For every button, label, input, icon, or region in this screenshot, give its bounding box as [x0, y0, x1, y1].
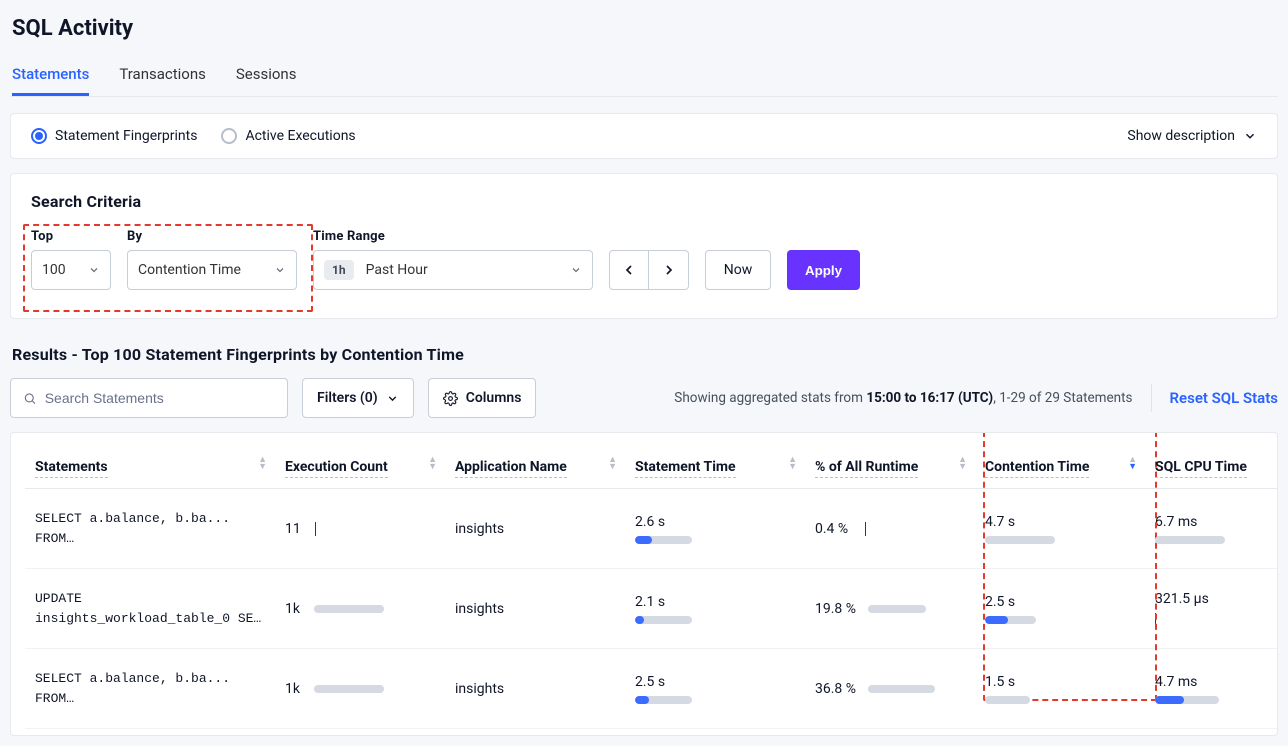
by-select[interactable]: Contention Time — [127, 250, 297, 290]
chevron-down-icon — [274, 264, 286, 276]
top-select[interactable]: 100 — [31, 250, 111, 290]
show-description-label: Show description — [1127, 128, 1235, 144]
gear-icon — [443, 391, 458, 406]
view-mode-radio-group: Statement Fingerprints Active Executions — [31, 128, 356, 144]
tab-sessions[interactable]: Sessions — [236, 59, 297, 96]
stmt-time: 2.1 s — [635, 594, 795, 610]
table-row[interactable]: SELECT a.balance, b.ba...FROM… 11 insigh… — [25, 489, 1278, 569]
search-input-wrapper — [10, 378, 288, 418]
col-contention[interactable]: Contention Time ▲▼ — [975, 451, 1145, 489]
results-table-card: Statements ▲▼ Execution Count ▲▼ Applica… — [10, 432, 1278, 736]
contention-time: 1.5 s — [985, 674, 1135, 690]
search-input[interactable] — [45, 390, 275, 406]
col-app-name[interactable]: Application Name ▲▼ — [445, 451, 625, 489]
search-criteria-title: Search Criteria — [31, 192, 1257, 211]
bar-tick — [865, 522, 866, 536]
time-range-value: Past Hour — [366, 262, 428, 278]
chevron-down-icon — [88, 264, 100, 276]
results-heading: Results - Top 100 Statement Fingerprints… — [12, 345, 1278, 364]
by-value: Contention Time — [138, 262, 241, 278]
time-range-field: Time Range 1h Past Hour — [313, 229, 593, 290]
show-description-toggle[interactable]: Show description — [1127, 128, 1257, 144]
table-row[interactable]: SELECT a.balance, b.ba...FROM… 1k insigh… — [25, 649, 1278, 729]
contention-time: 4.7 s — [985, 514, 1135, 530]
tab-statements[interactable]: Statements — [12, 59, 89, 96]
pct-runtime: 0.4 % — [815, 521, 853, 537]
exec-count: 1k — [285, 681, 300, 697]
top-field: Top 100 — [31, 229, 111, 290]
apply-button[interactable]: Apply — [787, 250, 860, 290]
radio-label: Statement Fingerprints — [55, 128, 197, 144]
time-range-badge: 1h — [324, 260, 354, 280]
sort-icon[interactable]: ▲▼ — [608, 457, 617, 471]
time-prev-button[interactable] — [609, 250, 649, 290]
radio-statement-fingerprints[interactable]: Statement Fingerprints — [31, 128, 197, 144]
now-label: Now — [724, 262, 753, 278]
chevron-left-icon — [621, 262, 637, 278]
search-icon — [23, 391, 37, 406]
top-value: 100 — [42, 262, 66, 278]
view-mode-card: Statement Fingerprints Active Executions… — [10, 113, 1278, 159]
col-statements[interactable]: Statements ▲▼ — [25, 451, 275, 489]
radio-label: Active Executions — [245, 128, 355, 144]
summary-text: Showing aggregated stats from 15:00 to 1… — [674, 390, 1132, 406]
columns-button[interactable]: Columns — [428, 378, 537, 418]
col-exec-count[interactable]: Execution Count ▲▼ — [275, 451, 445, 489]
filters-button[interactable]: Filters (0) — [302, 378, 414, 418]
chevron-right-icon — [661, 262, 677, 278]
sort-icon[interactable]: ▲▼ — [788, 457, 797, 471]
sort-icon[interactable]: ▲▼ — [258, 457, 267, 471]
page-title: SQL Activity — [12, 16, 1278, 41]
main-tabs: Statements Transactions Sessions — [10, 59, 1278, 97]
reset-sql-stats-link[interactable]: Reset SQL Stats — [1170, 389, 1279, 407]
bar-tick — [1155, 613, 1156, 627]
results-toolbar: Filters (0) Columns Showing aggregated s… — [10, 378, 1278, 418]
col-stmt-time[interactable]: Statement Time ▲▼ — [625, 451, 805, 489]
results-table: Statements ▲▼ Execution Count ▲▼ Applica… — [25, 451, 1278, 729]
columns-label: Columns — [466, 390, 522, 406]
exec-count: 1k — [285, 601, 300, 617]
stmt-time: 2.6 s — [635, 514, 795, 530]
filters-label: Filters (0) — [317, 390, 378, 406]
stmt-time: 2.5 s — [635, 674, 795, 690]
bar-tick — [315, 522, 316, 536]
contention-time: 2.5 s — [985, 594, 1135, 610]
chevron-down-icon — [1243, 129, 1257, 143]
now-button[interactable]: Now — [705, 250, 771, 290]
cpu-time: 321.5 µs — [1155, 591, 1278, 607]
time-next-button[interactable] — [649, 250, 689, 290]
table-row[interactable]: UPDATEinsights_workload_table_0 SE… 1k i… — [25, 569, 1278, 649]
chevron-down-icon — [570, 264, 582, 276]
chevron-down-icon — [386, 392, 399, 405]
radio-icon — [221, 128, 237, 144]
time-range-label: Time Range — [313, 229, 593, 244]
sort-icon[interactable]: ▲▼ — [1128, 457, 1137, 471]
top-label: Top — [31, 229, 111, 244]
sort-icon[interactable]: ▲▼ — [958, 457, 967, 471]
criteria-row: Top 100 By Contention Time Time Range 1h… — [31, 229, 1257, 290]
radio-icon — [31, 128, 47, 144]
sort-icon[interactable]: ▲▼ — [428, 457, 437, 471]
by-label: By — [127, 229, 297, 244]
pct-runtime: 36.8 % — [815, 681, 856, 697]
by-field: By Contention Time — [127, 229, 297, 290]
col-pct-runtime[interactable]: % of All Runtime ▲▼ — [805, 451, 975, 489]
cpu-time: 4.7 ms — [1155, 674, 1278, 690]
radio-active-executions[interactable]: Active Executions — [221, 128, 355, 144]
statement-text: SELECT a.balance, b.ba...FROM… — [35, 669, 265, 708]
divider — [1151, 384, 1152, 412]
cpu-time: 6.7 ms — [1155, 514, 1278, 530]
tab-transactions[interactable]: Transactions — [119, 59, 206, 96]
app-name: insights — [455, 681, 504, 697]
app-name: insights — [455, 521, 504, 537]
exec-count: 11 — [285, 521, 301, 537]
statement-text: SELECT a.balance, b.ba...FROM… — [35, 509, 265, 548]
app-name: insights — [455, 601, 504, 617]
search-criteria-card: Search Criteria Top 100 By Contention Ti… — [10, 173, 1278, 319]
statement-text: UPDATEinsights_workload_table_0 SE… — [35, 589, 265, 628]
time-nav — [609, 250, 689, 290]
pct-runtime: 19.8 % — [815, 601, 856, 617]
time-range-select[interactable]: 1h Past Hour — [313, 250, 593, 290]
col-cpu-time[interactable]: SQL CPU Time — [1145, 451, 1278, 489]
